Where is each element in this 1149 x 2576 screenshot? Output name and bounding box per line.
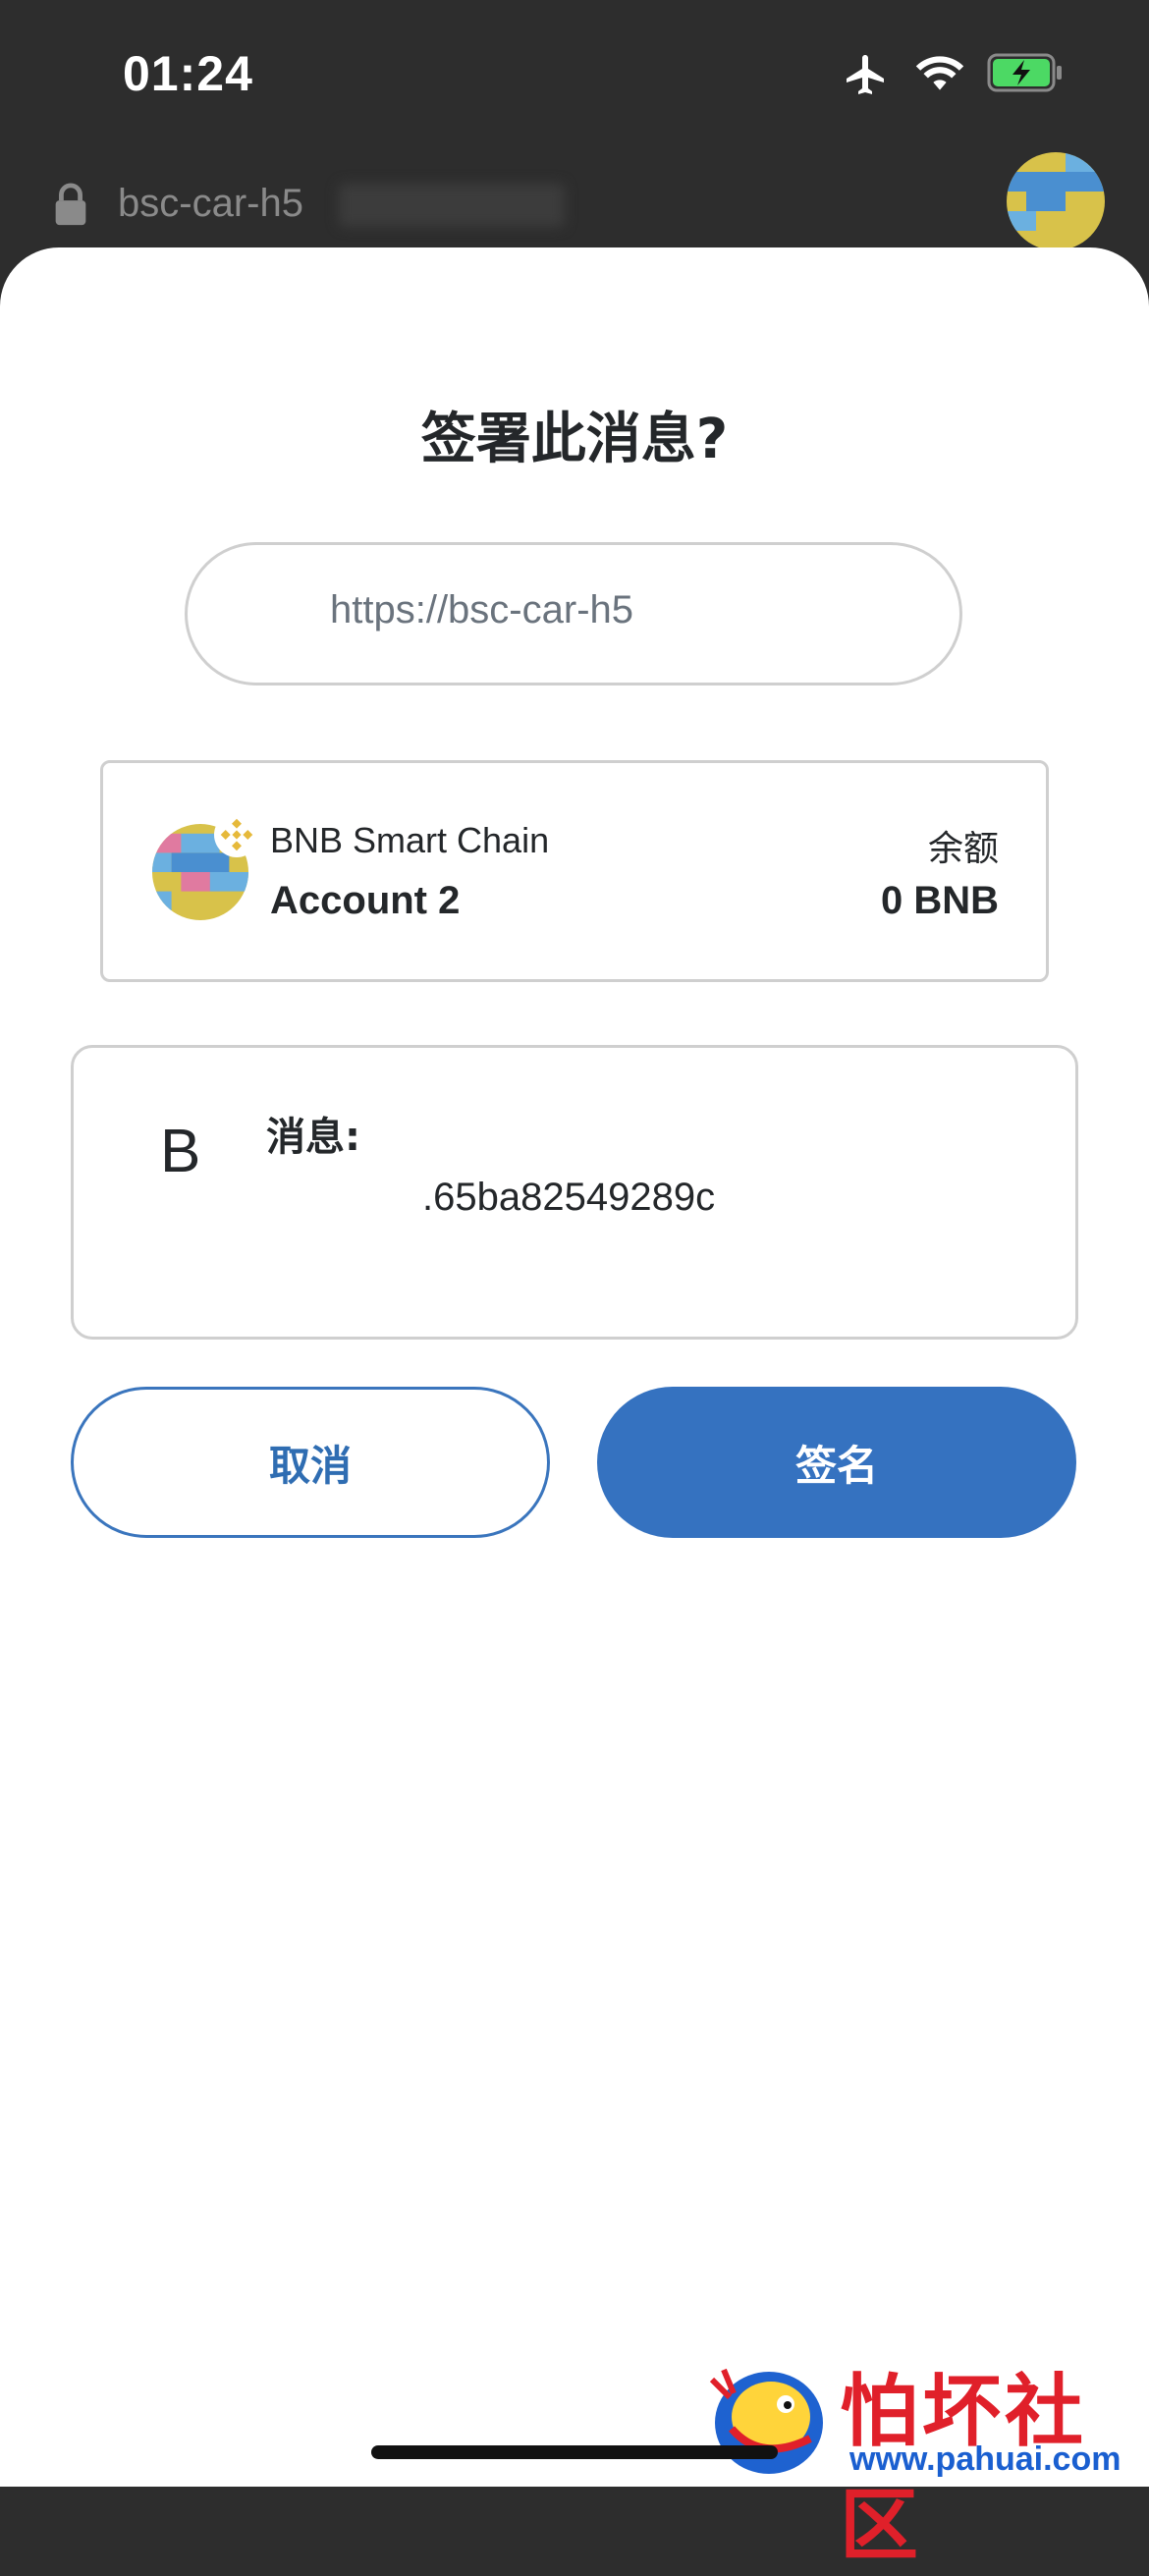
battery-charging-icon (987, 53, 1062, 92)
lock-icon (55, 183, 86, 226)
wifi-icon (915, 56, 964, 90)
account-avatar-top[interactable] (1007, 152, 1105, 250)
browser-url-bar: bsc-car-h5 (0, 172, 1149, 250)
bnb-logo-icon (214, 812, 259, 857)
message-label: 消息: (266, 1115, 360, 1160)
browser-url: bsc-car-h5 (118, 182, 303, 225)
message-box[interactable]: B 消息: .65ba82549289c (71, 1045, 1078, 1340)
watermark: 怕坏社区 www.pahuai.com (687, 2352, 1149, 2571)
network-name: BNB Smart Chain (270, 820, 550, 860)
fish-logo-icon (709, 2368, 823, 2474)
status-bar: 01:24 (0, 0, 1149, 147)
watermark-url: www.pahuai.com (849, 2440, 1122, 2478)
origin-pill: https://bsc-car-h5 (185, 542, 962, 685)
account-card: BNB Smart Chain Account 2 余额 0 BNB (100, 760, 1049, 982)
status-time: 01:24 (123, 46, 253, 101)
account-name: Account 2 (270, 879, 461, 922)
origin-url: https://bsc-car-h5 (330, 588, 634, 631)
message-origin-initial: B (160, 1118, 201, 1185)
home-indicator[interactable] (371, 2445, 778, 2459)
balance-label: 余额 (927, 829, 999, 869)
signature-request-sheet: 签署此消息? https://bsc-car-h5 BNB Smart Chai… (0, 247, 1149, 2487)
message-value: .65ba82549289c (422, 1176, 716, 1219)
url-redaction (339, 184, 565, 227)
balance-value: 0 BNB (880, 879, 999, 922)
page-title: 签署此消息? (420, 408, 729, 471)
cancel-button[interactable]: 取消 (71, 1387, 550, 1538)
airplane-mode-icon (847, 55, 884, 94)
sign-button[interactable]: 签名 (597, 1387, 1076, 1538)
